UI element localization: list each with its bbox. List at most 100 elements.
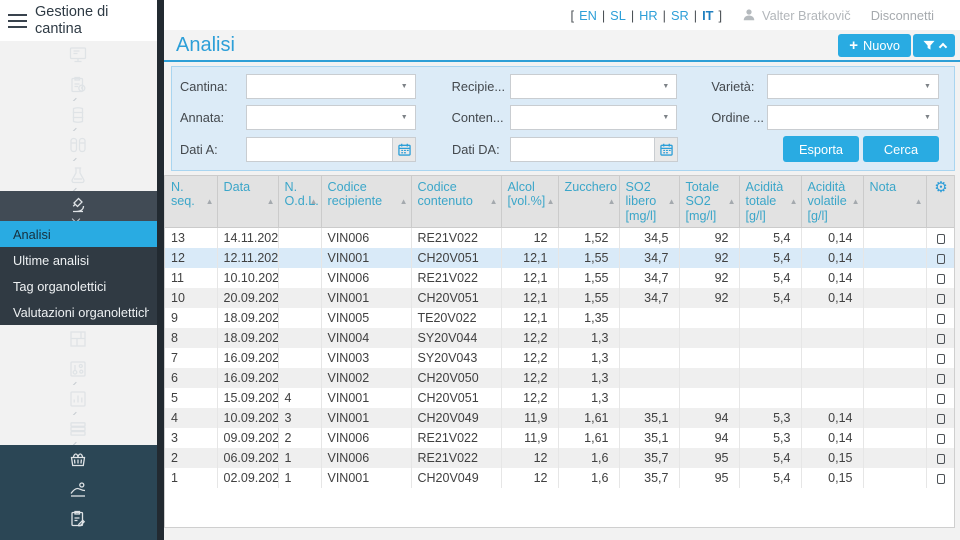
note-icon[interactable] (937, 393, 945, 404)
varieta-select[interactable]: ▼ (767, 74, 939, 99)
calendar-button[interactable] (654, 136, 678, 162)
dati-da-input[interactable] (510, 136, 654, 162)
sidebar-item-analisi[interactable]: Analisi (0, 221, 157, 248)
note-icon[interactable] (937, 473, 945, 484)
cell-actions (926, 407, 954, 428)
column-settings-button[interactable]: ⚙ (926, 175, 954, 229)
sidebar-item-ordini-di-lavoro[interactable]: Ordini di lavoro (0, 505, 157, 536)
note-icon[interactable] (937, 353, 945, 364)
note-icon[interactable] (937, 253, 945, 264)
sidebar-item-vendemmia[interactable]: Vendemmia (0, 445, 157, 476)
sort-arrow-icon: ▲ (309, 196, 318, 206)
cantina-select[interactable]: ▼ (245, 74, 416, 99)
annata-select[interactable]: ▼ (245, 105, 416, 130)
sidebar-item-mappa-della-cantina[interactable]: Mappa della cantina (0, 325, 157, 356)
sidebar-item-report[interactable]: Report (0, 385, 157, 416)
table-row[interactable]: 102.09.20221VIN001CH20V049121,635,7955,4… (165, 467, 954, 488)
cell-acidit-volatile-g-l: 0,14 (801, 227, 864, 248)
column-header-codice-recipiente[interactable]: Codice recipiente ▲ (321, 175, 412, 229)
column-header-n-seq[interactable]: N. seq. ▲ (165, 175, 218, 229)
column-header-n-o-d-l[interactable]: N. O.d.L. ▲ (278, 175, 322, 229)
sidebar-item-ordini-di-lavoro[interactable]: Ordini di lavoro (0, 71, 157, 102)
note-icon[interactable] (937, 373, 945, 384)
table-row[interactable]: 309.09.20222VIN006RE21V02211,91,6135,194… (165, 427, 954, 448)
results-grid: N. seq. ▲ Data ▲ N. O.d.L. ▲ Codice recipiente… (164, 175, 955, 528)
column-header-label: SO2 libero [mg/l] (625, 180, 657, 223)
cell-alcol-vol: 12 (501, 447, 559, 468)
sidebar-item-trasferimenti[interactable]: Trasferimenti (0, 131, 157, 162)
sidebar-item-analisi[interactable]: Analisi (0, 191, 157, 222)
table-row[interactable]: 1314.11.2022 VIN006RE21V022121,5234,5925,… (165, 227, 954, 248)
sidebar-item-misurazioni[interactable]: Misurazioni (0, 355, 157, 386)
note-icon[interactable] (937, 293, 945, 304)
cell-acidit-volatile-g-l (801, 307, 864, 328)
cell-codice-recipiente: VIN005 (321, 307, 412, 328)
sidebar-item-anagrafiche[interactable]: Anagrafiche (0, 415, 157, 446)
note-icon[interactable] (937, 413, 945, 424)
note-icon[interactable] (937, 273, 945, 284)
column-header-acidit-volatile-g-l[interactable]: Acidità volatile [g/l] ▲ (801, 175, 864, 229)
column-header-acidit-totale-g-l[interactable]: Acidità totale [g/l] ▲ (739, 175, 802, 229)
dati-a-input[interactable] (246, 136, 392, 162)
language-link-sr[interactable]: SR (671, 8, 689, 23)
column-header-so2-libero-mg-l[interactable]: SO2 libero [mg/l] ▲ (619, 175, 680, 229)
table-row[interactable]: 206.09.20221VIN006RE21V022121,635,7955,4… (165, 447, 954, 468)
language-link-sl[interactable]: SL (610, 8, 626, 23)
note-icon[interactable] (937, 313, 945, 324)
bracket: [ (570, 7, 575, 23)
table-row[interactable]: 616.09.2022 VIN002CH20V05012,21,3 (165, 367, 954, 388)
cell-codice-recipiente: VIN001 (321, 467, 412, 488)
sidebar-item-gestione-dei-vigneti[interactable]: Gestione dei vigneti (0, 475, 157, 506)
sidebar-item-recipienti-contenuti[interactable]: Recipienti & Contenuti (0, 101, 157, 132)
sidebar-item-tag-organolettici[interactable]: Tag organolettici (0, 273, 157, 300)
ordine-select[interactable]: ▼ (767, 105, 939, 130)
sidebar-item-cruscotto[interactable]: Cruscotto (0, 41, 157, 72)
cell-nota (863, 447, 927, 468)
sort-arrow-icon: ▲ (851, 196, 860, 206)
recipiente-select[interactable]: ▼ (509, 74, 678, 99)
contenuto-select[interactable]: ▼ (509, 105, 678, 130)
logout-link[interactable]: Disconnetti (871, 8, 934, 23)
cell-totale-so2-mg-l: 95 (679, 467, 740, 488)
table-row[interactable]: 1212.11.2022 VIN001CH20V05112,11,5534,792… (165, 247, 954, 268)
note-icon[interactable] (937, 333, 945, 344)
cell-acidit-totale-g-l (739, 387, 802, 408)
hamburger-menu-icon[interactable] (8, 13, 28, 29)
language-link-it[interactable]: IT (702, 8, 713, 23)
sidebar-item-additivi[interactable]: Additivi (0, 161, 157, 192)
language-link-en[interactable]: EN (579, 8, 597, 23)
table-row[interactable]: 1110.10.2022 VIN006RE21V02212,11,5534,792… (165, 267, 954, 288)
note-icon[interactable] (937, 233, 945, 244)
table-row[interactable]: 410.09.20223VIN001CH20V04911,91,6135,194… (165, 407, 954, 428)
sidebar-item-valutazioni-organolettiche[interactable]: Valutazioni organolettiche (0, 299, 157, 326)
table-row[interactable]: 716.09.2022 VIN003SY20V04312,21,3 (165, 347, 954, 368)
table-row[interactable]: 515.09.20224VIN001CH20V05112,21,3 (165, 387, 954, 408)
search-button[interactable]: Cerca (863, 136, 939, 162)
language-link-hr[interactable]: HR (639, 8, 657, 23)
export-button[interactable]: Esporta (783, 136, 859, 162)
column-header-codice-contenuto[interactable]: Codice contenuto ▲ (411, 175, 502, 229)
note-icon[interactable] (937, 433, 945, 444)
column-header-data[interactable]: Data ▲ (217, 175, 279, 229)
column-header-nota[interactable]: Nota ▲ (863, 175, 927, 229)
user-menu[interactable]: Valter Bratkovič (742, 8, 851, 23)
new-button[interactable]: + Nuovo (838, 33, 911, 57)
table-row[interactable]: 1020.09.2022 VIN001CH20V05112,11,5534,792… (165, 287, 954, 308)
column-header-alcol-vol[interactable]: Alcol [vol.%] ▲ (501, 175, 559, 229)
filter-toggle-button[interactable] (913, 33, 955, 57)
note-icon[interactable] (937, 453, 945, 464)
calendar-button[interactable] (392, 136, 416, 162)
table-row[interactable]: 918.09.2022 VIN005TE20V02212,11,35 (165, 307, 954, 328)
cell-acidit-volatile-g-l (801, 367, 864, 388)
column-header-totale-so2-mg-l[interactable]: Totale SO2 [mg/l] ▲ (679, 175, 740, 229)
table-row[interactable]: 818.09.2022 VIN004SY20V04412,21,3 (165, 327, 954, 348)
work-orders-icon (64, 71, 92, 99)
sidebar-item-ultime-analisi[interactable]: Ultime analisi (0, 247, 157, 274)
cell-n-o-d-l (278, 347, 322, 368)
cell-codice-contenuto: SY20V043 (411, 347, 502, 368)
column-header-zucchero[interactable]: Zucchero ▲ (558, 175, 620, 229)
cell-nota (863, 367, 927, 388)
cell-zucchero: 1,52 (558, 227, 620, 248)
cell-data: 02.09.2022 (217, 467, 279, 488)
sidebar-item-partial[interactable] (0, 535, 157, 540)
